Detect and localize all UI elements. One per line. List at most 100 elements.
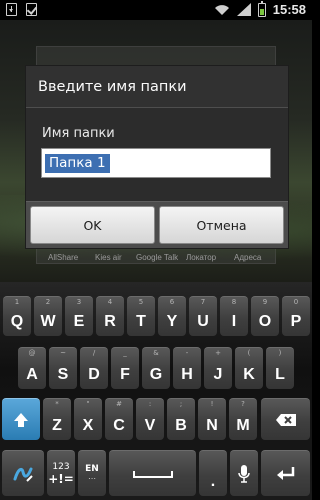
key-d[interactable]: / D [80,347,108,389]
key-hint: # [116,400,122,408]
key-e[interactable]: 3E [65,296,93,336]
language-key-dots: ⋯ [88,474,96,483]
checkbox-notification-icon [26,3,37,16]
key-s[interactable]: ~ S [49,347,77,389]
key-hint: 8 [231,298,237,306]
microphone-icon [238,464,250,483]
key-a[interactable]: @ A [18,347,46,389]
language-key-label: EN [85,464,99,474]
cancel-button[interactable]: Отмена [159,206,284,244]
key-hint: + [215,349,221,357]
key-hint: ; [179,400,183,408]
battery-icon [257,0,266,17]
dialog-button-bar: OK Отмена [26,201,288,248]
key-letter: Q [10,313,24,330]
key-letter: S [57,366,69,383]
key-hint: * [55,400,59,408]
key-m[interactable]: ? M [229,398,257,440]
key-o[interactable]: 9O [251,296,279,336]
key-r[interactable]: 4R [96,296,124,336]
key-l[interactable]: ) L [266,347,294,389]
key-hint: 0 [293,298,299,306]
key-hint: ) [278,349,282,357]
app-label: Адреса [234,253,262,262]
symbols-key[interactable]: 123 +!= [47,450,75,496]
key-letter: X [82,417,94,434]
key-hint: ~ [60,349,66,357]
enter-key[interactable] [261,450,310,496]
app-label: Kies air [95,253,122,262]
key-letter: H [181,366,193,383]
handwriting-key[interactable] [2,450,44,496]
backspace-key[interactable] [261,398,310,440]
key-hint: @ [28,349,36,357]
key-g[interactable]: & G [142,347,170,389]
key-hint: ! [210,400,214,408]
key-letter: V [144,417,156,434]
key-p[interactable]: 0P [282,296,310,336]
key-w[interactable]: 2W [34,296,62,336]
key-letter: U [197,313,209,330]
app-label: Google Talk [136,253,179,262]
key-j[interactable]: + J [204,347,232,389]
app-label-row: AllShare Kies air Google Talk Локатор Ад… [0,249,312,282]
key-z[interactable]: * Z [43,398,71,440]
key-t[interactable]: 5T [127,296,155,336]
key-letter: E [73,313,85,330]
symbols-key-line1: 123 [52,461,70,472]
key-y[interactable]: 6Y [158,296,186,336]
key-hint: ? [241,400,245,408]
key-n[interactable]: ! N [198,398,226,440]
folder-name-input[interactable]: Папка 1 [41,148,271,178]
key-letter: B [175,417,187,434]
key-u[interactable]: 7U [189,296,217,336]
key-letter: C [113,417,125,434]
enter-icon [276,466,294,480]
key-hint: : [148,400,152,408]
key-hint: - [185,349,189,357]
key-letter: M [236,417,250,434]
wifi-icon [214,4,229,15]
key-letter: O [258,313,272,330]
period-label: . [210,473,216,490]
shift-key[interactable] [2,398,40,440]
folder-name-dialog: Введите имя папки Имя папки Папка 1 OK О… [25,65,289,249]
key-q[interactable]: 1Q [3,296,31,336]
key-hint: & [153,349,159,357]
key-letter: P [290,313,302,330]
key-hint: 7 [200,298,206,306]
key-letter: K [243,366,255,383]
key-v[interactable]: :V [136,398,164,440]
key-x[interactable]: " X [74,398,102,440]
key-f[interactable]: _ F [111,347,139,389]
key-hint: ( [247,349,251,357]
key-c[interactable]: # C [105,398,133,440]
key-letter: L [275,366,285,383]
space-key[interactable] [109,450,196,496]
key-hint: 3 [76,298,82,306]
key-hint: 6 [169,298,175,306]
key-hint: _ [123,349,127,357]
period-key[interactable]: . [199,450,227,496]
key-letter: J [213,366,223,383]
download-icon [6,3,17,16]
ok-button[interactable]: OK [30,206,155,244]
key-k[interactable]: (K [235,347,263,389]
key-b[interactable]: ; B [167,398,195,440]
key-h[interactable]: -H [173,347,201,389]
signal-icon [236,3,251,16]
key-letter: I [231,313,237,330]
key-i[interactable]: 8I [220,296,248,336]
symbols-key-line2: +!= [48,471,74,486]
voice-input-key[interactable] [230,450,258,496]
key-hint: " [86,400,90,408]
key-hint: 2 [45,298,51,306]
key-letter: G [149,366,163,383]
key-hint: 5 [138,298,144,306]
key-letter: Y [166,313,178,330]
key-hint: 4 [107,298,113,306]
language-key[interactable]: EN ⋯ [78,450,106,496]
key-letter: A [26,366,38,383]
clock: 15:58 [272,2,306,17]
key-letter: Z [52,417,62,434]
